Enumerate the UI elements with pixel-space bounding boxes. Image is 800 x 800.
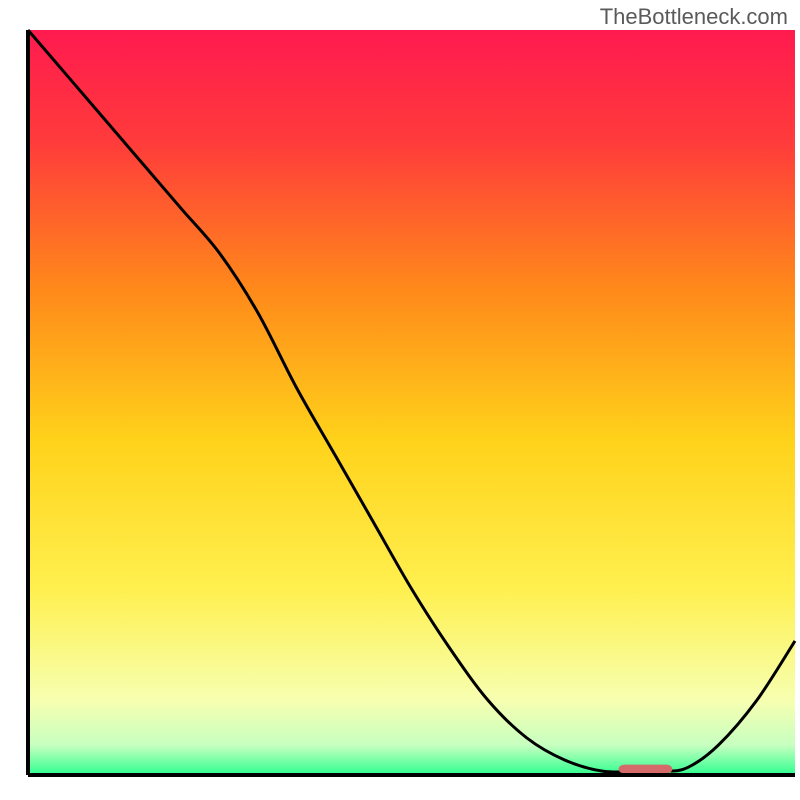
chart-svg [0, 0, 800, 800]
plot-background [28, 30, 795, 775]
bottleneck-chart: TheBottleneck.com [0, 0, 800, 800]
attribution-text: TheBottleneck.com [600, 4, 788, 30]
optimal-marker [619, 765, 673, 774]
